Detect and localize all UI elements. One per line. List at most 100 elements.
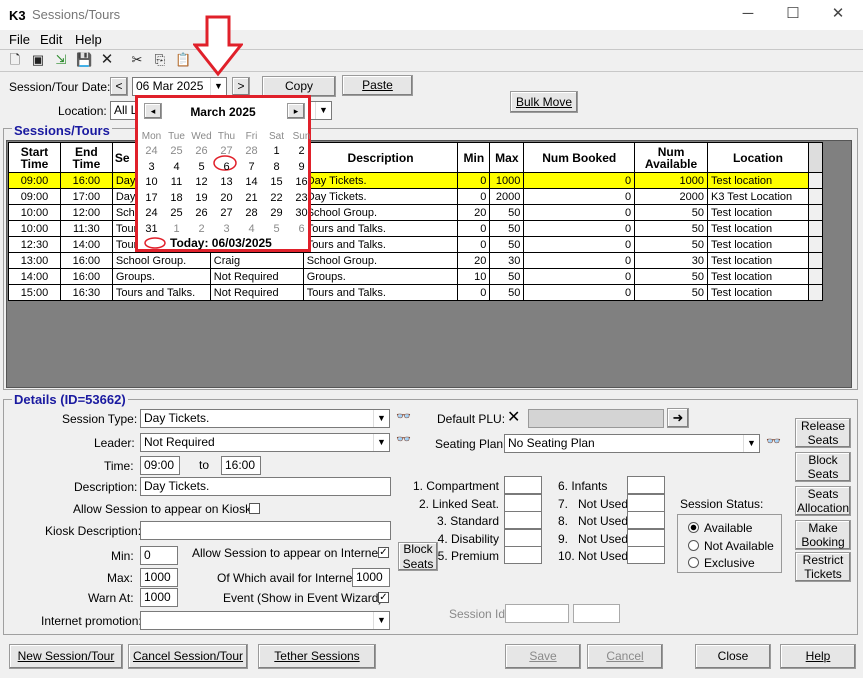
max-input[interactable]: 1000 (140, 568, 178, 587)
copy-icon[interactable]: ⎘ (152, 52, 168, 68)
date-picker[interactable]: 06 Mar 2025 ▼ (132, 77, 227, 96)
calendar-day[interactable]: 28 (239, 207, 264, 219)
calendar-day[interactable]: 28 (239, 145, 264, 157)
calendar-day[interactable]: 21 (239, 192, 264, 204)
kiosk-allow-checkbox[interactable] (249, 503, 260, 514)
time-from-input[interactable]: 09:00 (140, 456, 180, 475)
calendar-day[interactable]: 23 (289, 192, 314, 204)
calendar-day[interactable]: 30 (289, 207, 314, 219)
kiosk-description-input[interactable] (140, 521, 391, 540)
release-seats-button[interactable]: Release Seats (795, 418, 851, 448)
ticket-type-input[interactable] (504, 546, 542, 564)
ticket-type-input[interactable] (504, 528, 542, 547)
help-button[interactable]: Help (780, 644, 856, 669)
ticket-type-input[interactable] (504, 511, 542, 529)
warn-at-input[interactable]: 1000 (140, 588, 178, 607)
status-not-available-radio[interactable] (688, 540, 699, 551)
minimize-button[interactable]: ─ (736, 4, 760, 24)
new-session-button[interactable]: New Session/Tour (9, 644, 123, 669)
col-num-available[interactable]: Num Available (634, 142, 708, 173)
chevron-down-icon[interactable]: ▼ (373, 434, 389, 451)
internet-allow-checkbox[interactable]: ✓ (378, 547, 389, 558)
cut-icon[interactable]: ✂ (129, 52, 145, 68)
time-to-input[interactable]: 16:00 (221, 456, 261, 475)
prev-date-button[interactable]: < (110, 77, 128, 96)
next-date-button[interactable]: > (232, 77, 250, 96)
seating-plan-select[interactable]: No Seating Plan ▼ (504, 434, 760, 453)
tether-sessions-button[interactable]: Tether Sessions (258, 644, 376, 669)
calendar-day[interactable]: 18 (164, 192, 189, 204)
calendar-day[interactable]: 24 (139, 145, 164, 157)
save-all-icon[interactable]: ▣ (30, 52, 46, 68)
table-row[interactable]: 09:00 16:00 Day Day Tickets. 0 1000 0 1000 Test … (8, 172, 824, 189)
paste-button[interactable]: Paste (342, 75, 413, 96)
calendar-day[interactable]: 22 (264, 192, 289, 204)
block-seats-button[interactable]: Block Seats (795, 452, 851, 482)
bulk-move-button[interactable]: Bulk Move (510, 91, 578, 113)
calendar-day[interactable]: 6 (289, 223, 314, 235)
calendar-day[interactable]: 24 (139, 207, 164, 219)
leader-select[interactable]: Not Required ▼ (140, 433, 390, 452)
col-location[interactable]: Location (707, 142, 809, 173)
internet-promotion-select[interactable]: ▼ (140, 611, 390, 630)
seats-allocation-button[interactable]: Seats Allocation (795, 486, 851, 516)
chevron-down-icon[interactable]: ▼ (315, 102, 331, 119)
calendar-day[interactable]: 3 (214, 223, 239, 235)
calendar-day[interactable]: 1 (164, 223, 189, 235)
table-row[interactable]: 15:00 16:30 Tours and Talks. Not Required To… (8, 284, 824, 301)
table-row[interactable]: 10:00 11:30 Tours Tours and Talks. 0 50 0 50 Tes… (8, 220, 824, 237)
calendar-day[interactable]: 17 (139, 192, 164, 204)
calendar-day[interactable]: 15 (264, 176, 289, 188)
make-booking-button[interactable]: Make Booking (795, 520, 851, 550)
new-icon[interactable]: 🗋 (7, 52, 23, 68)
cancel-button[interactable]: Cancel (587, 644, 663, 669)
restrict-tickets-button[interactable]: Restrict Tickets (795, 552, 851, 582)
calendar-day[interactable]: 19 (189, 192, 214, 204)
col-start-time[interactable]: Start Time (8, 142, 61, 173)
ticket-type-input[interactable] (504, 476, 542, 494)
calendar-day[interactable]: 4 (164, 161, 189, 173)
ticket-type-input[interactable] (627, 511, 665, 529)
calendar-day[interactable]: 10 (139, 176, 164, 188)
binoculars-icon[interactable]: 👓 (396, 409, 411, 423)
close-button[interactable]: Close (695, 644, 771, 669)
calendar-day[interactable]: 2 (289, 145, 314, 157)
menu-help[interactable]: Help (75, 32, 102, 47)
arrow-right-icon[interactable]: ➜ (667, 408, 689, 428)
calendar-day[interactable]: 8 (264, 161, 289, 173)
calendar-day[interactable]: 12 (189, 176, 214, 188)
min-input[interactable]: 0 (140, 546, 178, 565)
ticket-type-input[interactable] (627, 476, 665, 494)
internet-avail-input[interactable]: 1000 (352, 568, 390, 587)
binoculars-icon[interactable]: 👓 (396, 432, 411, 446)
table-row[interactable]: 12:30 14:00 Tours Tours and Talks. 0 50 0 50 Tes… (8, 236, 824, 253)
calendar-day[interactable]: 27 (214, 207, 239, 219)
status-available-radio[interactable] (688, 522, 699, 533)
calendar-day[interactable]: 14 (239, 176, 264, 188)
ticket-type-input[interactable] (627, 493, 665, 512)
block-seats-detail-button[interactable]: Block Seats (398, 542, 438, 571)
default-plu-field[interactable] (528, 409, 664, 428)
calendar-day[interactable]: 31 (139, 223, 164, 235)
calendar-next-button[interactable]: ▸ (287, 103, 305, 119)
paste-icon[interactable]: 📋 (175, 52, 191, 68)
table-row[interactable]: 10:00 12:00 Schoo School Group. 20 50 0 50 Test … (8, 204, 824, 221)
clear-plu-icon[interactable]: ✕ (507, 407, 520, 427)
table-row[interactable]: 09:00 17:00 Day Day Tickets. 0 2000 0 2000 K3 Te… (8, 188, 824, 205)
col-min[interactable]: Min (457, 142, 491, 173)
menu-file[interactable]: File (9, 32, 30, 47)
calendar-day[interactable]: 29 (264, 207, 289, 219)
delete-icon[interactable]: ✕ (99, 52, 115, 68)
calendar-day[interactable]: 20 (214, 192, 239, 204)
calendar-day[interactable]: 26 (189, 145, 214, 157)
calendar-day[interactable]: 27 (214, 145, 239, 157)
calendar-day[interactable]: 4 (239, 223, 264, 235)
chevron-down-icon[interactable]: ▼ (373, 612, 389, 629)
ticket-type-input[interactable] (504, 493, 542, 512)
disk-icon[interactable]: 💾 (76, 52, 92, 68)
calendar-day[interactable]: 25 (164, 207, 189, 219)
calendar-day[interactable]: 1 (264, 145, 289, 157)
session-type-select[interactable]: Day Tickets. ▼ (140, 409, 390, 428)
copy-button[interactable]: Copy (262, 76, 336, 97)
event-checkbox[interactable]: ✓ (378, 592, 389, 603)
